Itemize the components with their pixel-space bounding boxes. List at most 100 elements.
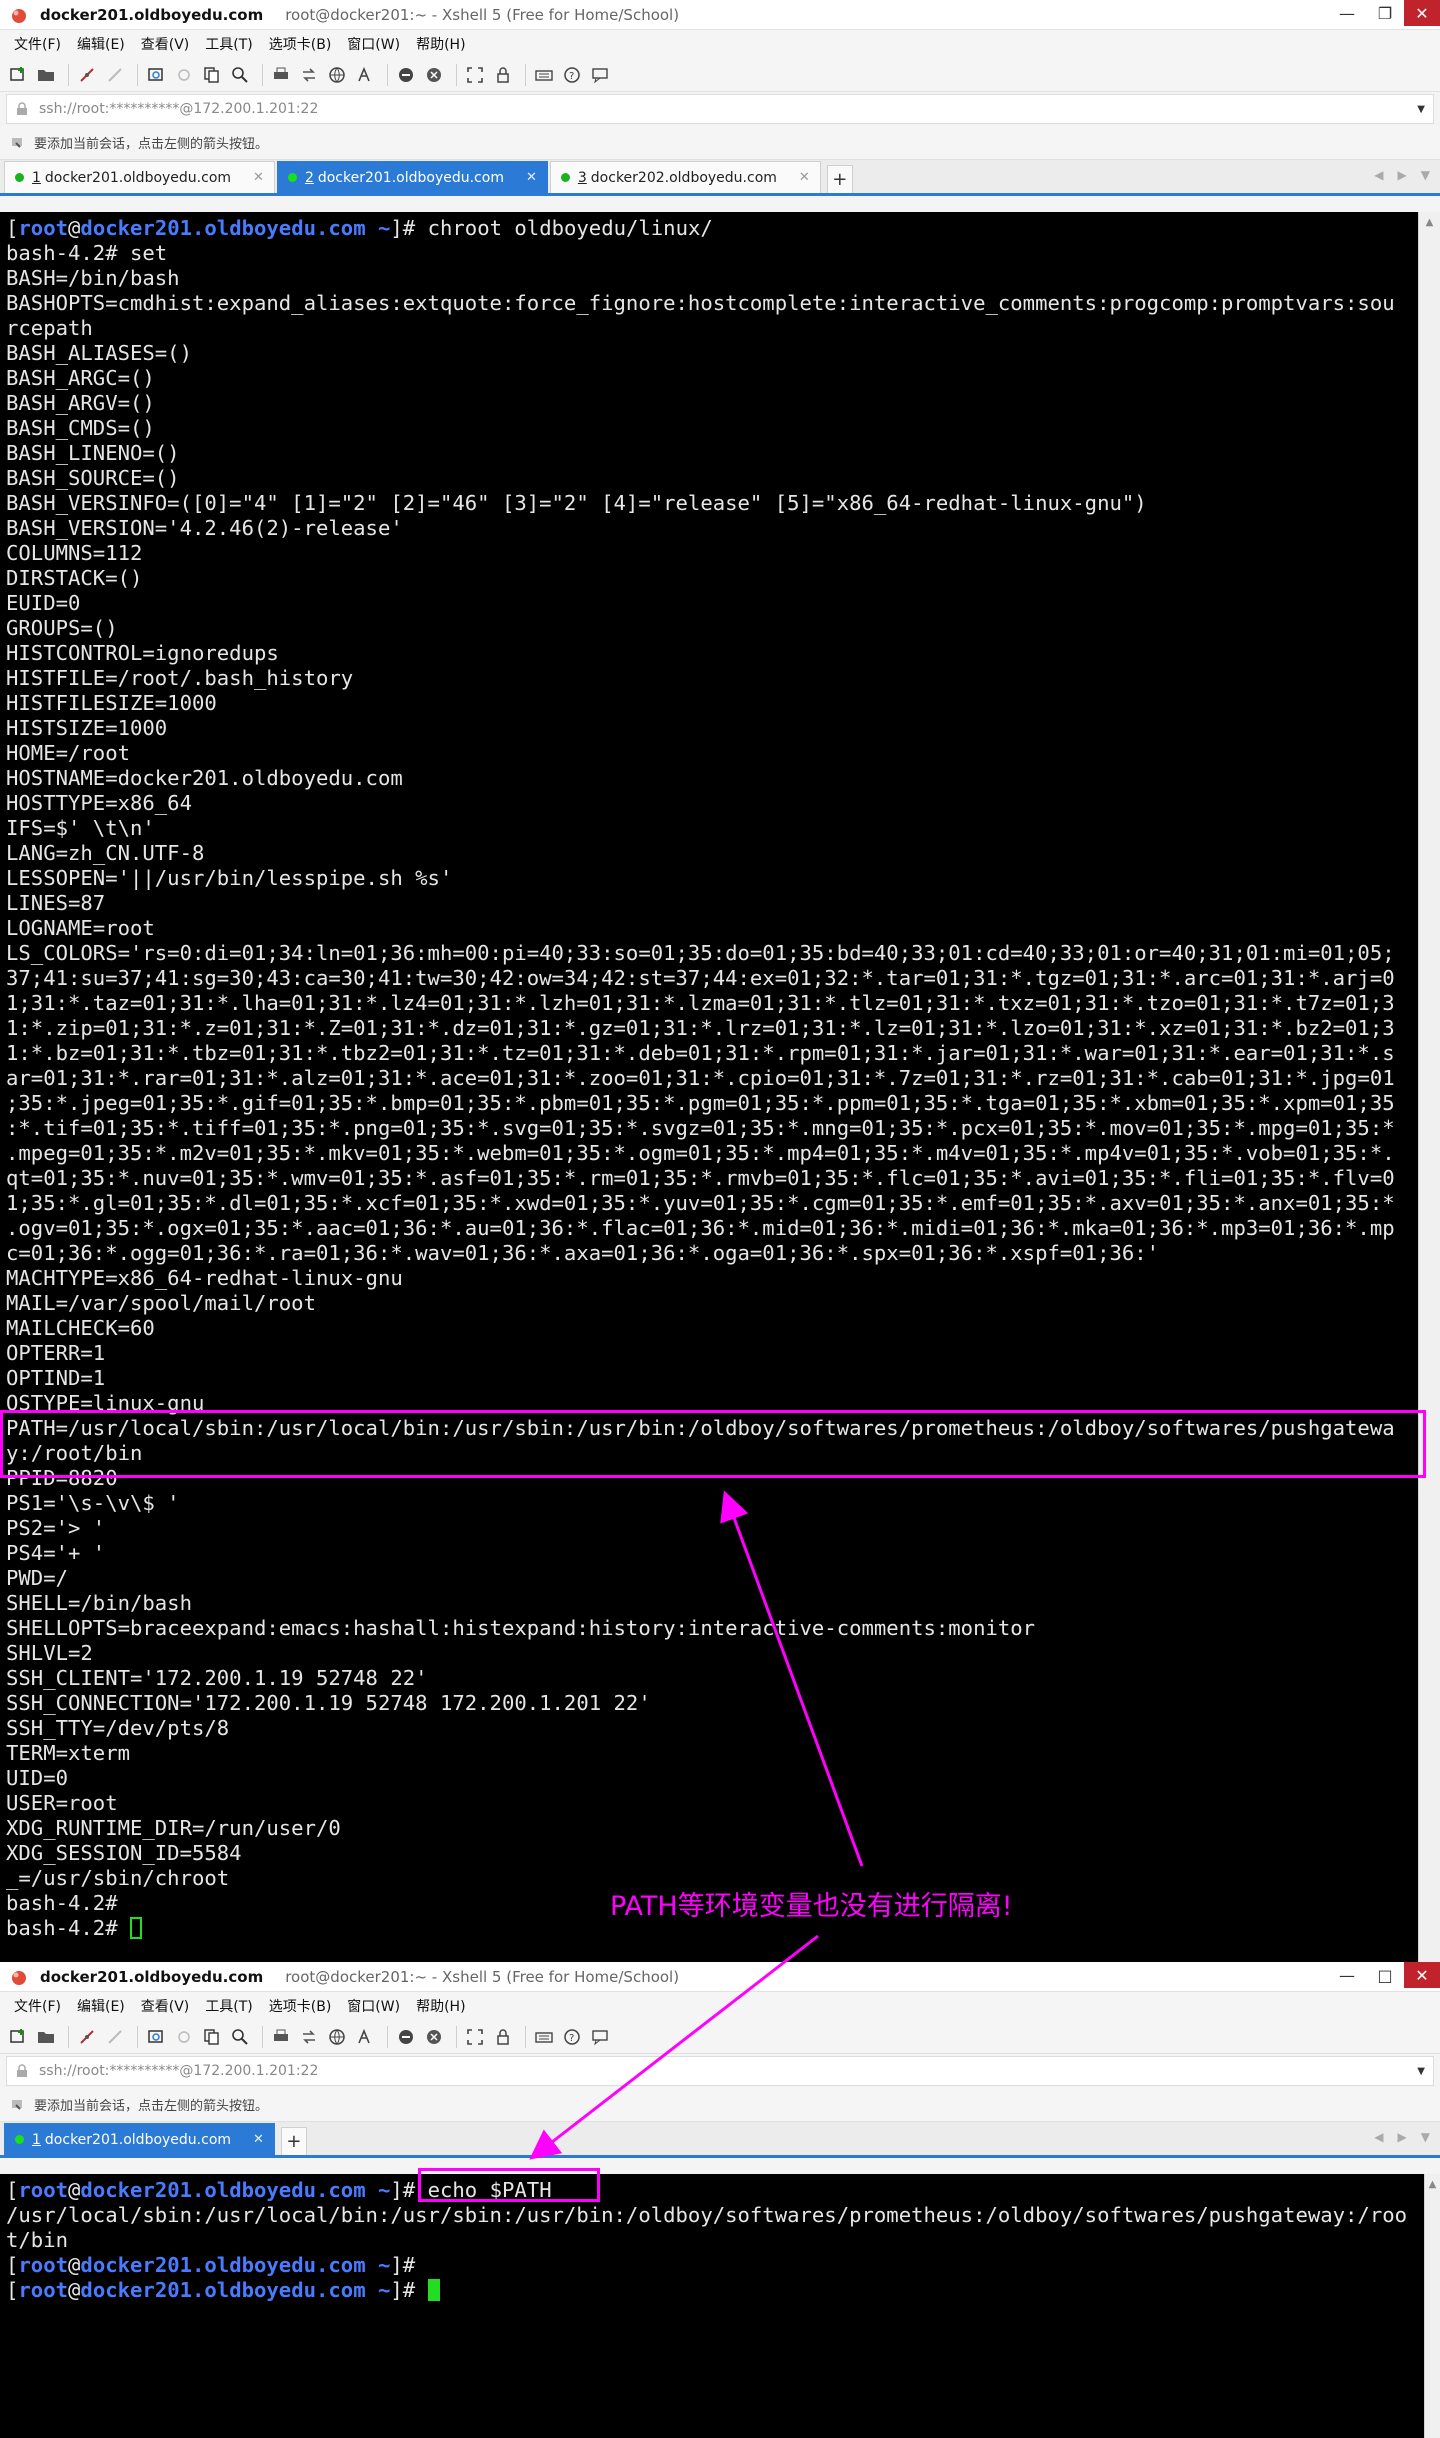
tab-close-icon[interactable]: ✕ <box>799 170 810 185</box>
globe-icon[interactable] <box>325 63 349 87</box>
script-icon[interactable] <box>422 2025 446 2049</box>
arrow-add-icon[interactable] <box>10 2097 26 2113</box>
font-icon[interactable] <box>353 2025 377 2049</box>
restore-button[interactable]: ❐ <box>1366 0 1404 26</box>
connect-icon[interactable] <box>75 2025 99 2049</box>
arrow-add-icon[interactable] <box>10 135 26 151</box>
address-bar[interactable]: ssh://root:**********@172.200.1.201:22 ▼ <box>6 94 1434 124</box>
new-session-icon[interactable] <box>6 2025 30 2049</box>
terminal-line: HISTFILE=/root/.bash_history <box>6 666 354 690</box>
menu-tabs[interactable]: 选项卡(B) <box>261 1996 340 2016</box>
menu-edit[interactable]: 编辑(E) <box>69 1996 133 2016</box>
copy-icon[interactable] <box>200 63 224 87</box>
minimize-button[interactable]: — <box>1328 0 1366 26</box>
address-text[interactable]: ssh://root:**********@172.200.1.201:22 <box>39 2063 1417 2079</box>
terminal-scrollbar[interactable]: ▲ <box>1424 2174 1440 2438</box>
address-dropdown-icon[interactable]: ▼ <box>1417 2066 1425 2077</box>
tab-session-3[interactable]: 3 docker202.oldboyedu.com ✕ <box>549 161 821 193</box>
fullscreen-icon[interactable] <box>463 2025 487 2049</box>
tab-prev-icon[interactable]: ◀ <box>1374 168 1383 182</box>
menu-tools[interactable]: 工具(T) <box>197 34 260 54</box>
tab-session-1[interactable]: 1 docker201.oldboyedu.com ✕ <box>4 161 275 193</box>
terminal-output-bottom[interactable]: [root@docker201.oldboyedu.com ~]# echo $… <box>0 2174 1424 2438</box>
tab-close-icon[interactable]: ✕ <box>253 170 264 185</box>
transfer-icon[interactable] <box>297 63 321 87</box>
refresh-icon[interactable] <box>172 63 196 87</box>
close-window-button[interactable]: ✕ <box>1404 1962 1440 1988</box>
find-icon[interactable] <box>228 2025 252 2049</box>
lock-icon[interactable] <box>491 2025 515 2049</box>
minimize-button[interactable]: — <box>1328 1962 1366 1988</box>
address-dropdown-icon[interactable]: ▼ <box>1417 104 1425 115</box>
menu-file[interactable]: 文件(F) <box>6 1996 69 2016</box>
toolbar-separator <box>387 63 388 86</box>
help-icon[interactable]: ? <box>560 2025 584 2049</box>
terminal-line: SHELL=/bin/bash <box>6 1591 192 1615</box>
scroll-up-icon[interactable]: ▲ <box>1419 212 1440 232</box>
menu-view[interactable]: 查看(V) <box>133 1996 198 2016</box>
menu-tabs[interactable]: 选项卡(B) <box>261 34 340 54</box>
reconnect-icon[interactable] <box>144 63 168 87</box>
fullscreen-icon[interactable] <box>463 63 487 87</box>
xftp-icon[interactable] <box>394 2025 418 2049</box>
menu-window[interactable]: 窗口(W) <box>339 1996 408 2016</box>
maximize-button[interactable]: □ <box>1366 1962 1404 1988</box>
terminal-line: SSH_CLIENT='172.200.1.19 52748 22' <box>6 1666 428 1690</box>
disconnect-icon[interactable] <box>103 2025 127 2049</box>
keyboard-icon[interactable] <box>532 2025 556 2049</box>
chat-icon[interactable] <box>588 63 612 87</box>
scroll-up-icon[interactable]: ▲ <box>1425 2174 1440 2194</box>
add-tab-button[interactable]: + <box>826 165 853 193</box>
terminal-scrollbar[interactable]: ▲ <box>1418 212 1440 1962</box>
terminal-cursor <box>427 2279 440 2301</box>
tab-session-1[interactable]: 1 docker201.oldboyedu.com ✕ <box>4 2123 275 2155</box>
close-window-button[interactable]: ✕ <box>1404 0 1440 26</box>
lock-icon[interactable] <box>491 63 515 87</box>
transfer-icon[interactable] <box>297 2025 321 2049</box>
menu-tools[interactable]: 工具(T) <box>197 1996 260 2016</box>
tab-list-icon[interactable]: ▼ <box>1421 168 1430 182</box>
xftp-icon[interactable] <box>394 63 418 87</box>
menu-help[interactable]: 帮助(H) <box>408 34 473 54</box>
disconnect-icon[interactable] <box>103 63 127 87</box>
new-session-icon[interactable] <box>6 63 30 87</box>
add-tab-button[interactable]: + <box>280 2127 307 2155</box>
print-icon[interactable] <box>269 2025 293 2049</box>
tab-list-icon[interactable]: ▼ <box>1421 2130 1430 2144</box>
open-folder-icon[interactable] <box>34 63 58 87</box>
reconnect-icon[interactable] <box>144 2025 168 2049</box>
globe-icon[interactable] <box>325 2025 349 2049</box>
terminal-line: XDG_SESSION_ID=5584 <box>6 1841 242 1865</box>
command-text: chroot oldboyedu/linux/ <box>427 216 713 240</box>
font-icon[interactable] <box>353 63 377 87</box>
tab-session-2[interactable]: 2 docker201.oldboyedu.com ✕ <box>276 161 548 193</box>
menu-file[interactable]: 文件(F) <box>6 34 69 54</box>
tab-next-icon[interactable]: ▶ <box>1398 168 1407 182</box>
tab-next-icon[interactable]: ▶ <box>1398 2130 1407 2144</box>
address-bar[interactable]: ssh://root:**********@172.200.1.201:22 ▼ <box>6 2056 1434 2086</box>
menu-help[interactable]: 帮助(H) <box>408 1996 473 2016</box>
terminal-line: .ogv=01;35:*.ogx=01;35:*.aac=01;36:*.au=… <box>6 1216 1395 1240</box>
menu-window[interactable]: 窗口(W) <box>339 34 408 54</box>
tab-close-icon[interactable]: ✕ <box>526 170 537 185</box>
refresh-icon[interactable] <box>172 2025 196 2049</box>
tab-prev-icon[interactable]: ◀ <box>1374 2130 1383 2144</box>
menu-view[interactable]: 查看(V) <box>133 34 198 54</box>
find-icon[interactable] <box>228 63 252 87</box>
terminal-output-top[interactable]: [root@docker201.oldboyedu.com ~]# chroot… <box>0 212 1418 1962</box>
help-icon[interactable]: ? <box>560 63 584 87</box>
title-bar[interactable]: docker201.oldboyedu.com root@docker201:~… <box>0 0 1440 30</box>
title-bar[interactable]: docker201.oldboyedu.com root@docker201:~… <box>0 1962 1440 1992</box>
menu-edit[interactable]: 编辑(E) <box>69 34 133 54</box>
copy-icon[interactable] <box>200 2025 224 2049</box>
chat-icon[interactable] <box>588 2025 612 2049</box>
prompt-user: root <box>18 2278 69 2302</box>
connect-icon[interactable] <box>75 63 99 87</box>
toolbar-separator <box>262 63 263 86</box>
address-text[interactable]: ssh://root:**********@172.200.1.201:22 <box>39 101 1417 117</box>
keyboard-icon[interactable] <box>532 63 556 87</box>
print-icon[interactable] <box>269 63 293 87</box>
tab-close-icon[interactable]: ✕ <box>253 2132 264 2147</box>
script-icon[interactable] <box>422 63 446 87</box>
open-folder-icon[interactable] <box>34 2025 58 2049</box>
